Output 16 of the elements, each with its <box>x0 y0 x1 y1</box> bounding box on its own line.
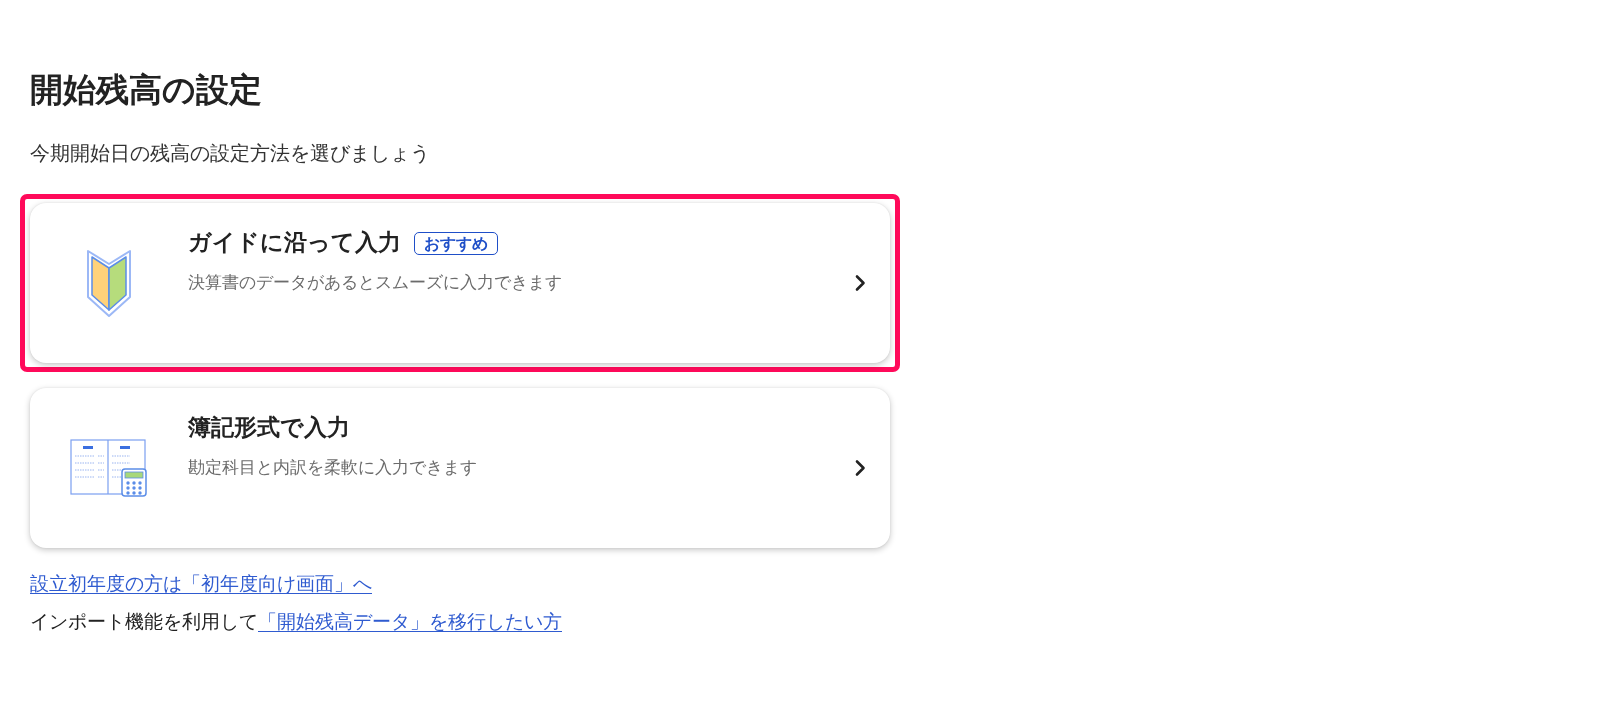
chevron-right-icon <box>854 274 866 292</box>
option-title: ガイドに沿って入力 <box>188 229 401 257</box>
page-title: 開始残高の設定 <box>30 70 263 110</box>
recommended-badge: おすすめ <box>414 231 498 255</box>
ledger-calculator-icon <box>70 439 148 497</box>
first-year-link[interactable]: 設立初年度の方は「初年度向け画面」へ <box>30 571 372 597</box>
page-subtitle: 今期開始日の残高の設定方法を選びましょう <box>30 141 431 166</box>
option-title: 簿記形式で入力 <box>188 414 350 442</box>
import-data-link[interactable]: 「開始残高データ」を移行したい方 <box>258 611 562 632</box>
option-description: 決算書のデータがあるとスムーズに入力できます <box>188 272 563 294</box>
chevron-right-icon <box>854 459 866 477</box>
beginner-mark-icon <box>85 247 133 319</box>
option-card[interactable]: 簿記形式で入力 勘定科目と内訳を柔軟に入力できます <box>30 388 890 548</box>
option-description: 勘定科目と内訳を柔軟に入力できます <box>188 457 478 479</box>
import-sentence: インポート機能を利用して「開始残高データ」を移行したい方 <box>30 610 563 634</box>
option-card[interactable]: ガイドに沿って入力 おすすめ 決算書のデータがあるとスムーズに入力できます <box>30 203 890 363</box>
